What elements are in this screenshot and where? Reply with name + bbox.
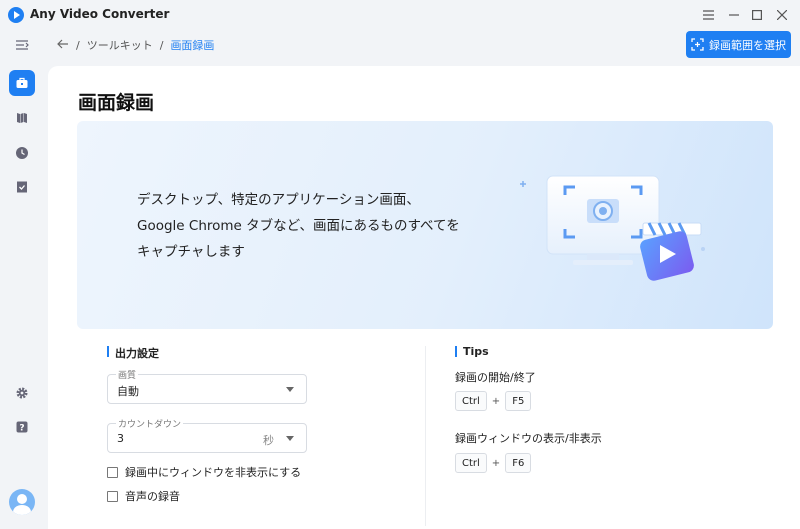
- app-title: Any Video Converter: [30, 7, 170, 21]
- back-arrow-icon[interactable]: [57, 39, 69, 52]
- select-area-label: 録画範囲を選択: [709, 38, 786, 52]
- output-settings-title: 出力設定: [107, 345, 159, 361]
- hide-window-option[interactable]: 録画中にウィンドウを非表示にする: [107, 464, 301, 480]
- key-ctrl: Ctrl: [455, 453, 487, 473]
- breadcrumb: / ツールキット / 画面録画: [57, 37, 214, 53]
- breadcrumb-toolkit[interactable]: ツールキット: [87, 37, 153, 53]
- menu-icon[interactable]: [699, 6, 717, 24]
- hide-window-label: 録画中にウィンドウを非表示にする: [125, 466, 302, 479]
- main-panel: 画面録画 デスクトップ、特定のアプリケーション画面、Google Chrome …: [48, 66, 800, 529]
- countdown-label: カウントダウン: [116, 417, 184, 430]
- screen-recording-illustration-icon: [520, 175, 705, 281]
- title-bar: Any Video Converter: [0, 0, 800, 30]
- tips-title: Tips: [455, 345, 489, 358]
- maximize-icon[interactable]: [748, 6, 766, 24]
- key-plus: +: [491, 457, 501, 469]
- minimize-icon[interactable]: [725, 6, 743, 24]
- close-icon[interactable]: [773, 6, 791, 24]
- svg-text:?: ?: [19, 424, 24, 434]
- select-area-icon: [691, 38, 704, 51]
- tip-start-stop-label: 録画の開始/終了: [455, 371, 536, 384]
- help-icon[interactable]: ?: [9, 414, 35, 440]
- key-ctrl: Ctrl: [455, 391, 487, 411]
- countdown-value: 3: [117, 432, 124, 445]
- chevron-down-icon: [286, 387, 294, 392]
- checklist-icon[interactable]: [9, 174, 35, 200]
- breadcrumb-current: 画面録画: [170, 39, 215, 52]
- record-audio-label: 音声の録音: [125, 490, 180, 503]
- hide-window-checkbox[interactable]: [107, 466, 118, 478]
- toolbox-icon[interactable]: [9, 70, 35, 96]
- quality-value: 自動: [117, 385, 139, 398]
- library-icon[interactable]: [9, 105, 35, 131]
- countdown-select[interactable]: カウントダウン 3 秒: [107, 417, 307, 453]
- clock-icon[interactable]: [9, 140, 35, 166]
- record-audio-checkbox[interactable]: [107, 490, 118, 502]
- tip-toggle-window-label: 録画ウィンドウの表示/非表示: [455, 432, 602, 445]
- tip-toggle-window-keys: Ctrl + F6: [455, 453, 532, 473]
- hero-description: デスクトップ、特定のアプリケーション画面、Google Chrome タブなど、…: [137, 192, 460, 260]
- gear-icon[interactable]: [9, 380, 35, 406]
- select-recording-area-button[interactable]: 録画範囲を選択: [686, 31, 791, 58]
- tip-start-stop-keys: Ctrl + F5: [455, 391, 532, 411]
- chevron-down-icon: [286, 436, 294, 441]
- breadcrumb-separator: /: [76, 38, 80, 52]
- quality-select[interactable]: 画質 自動: [107, 368, 307, 404]
- record-audio-option[interactable]: 音声の録音: [107, 488, 180, 504]
- user-avatar-icon[interactable]: [9, 489, 35, 515]
- collapse-icon[interactable]: [9, 32, 35, 58]
- section-divider: [425, 346, 426, 526]
- hero-banner: デスクトップ、特定のアプリケーション画面、Google Chrome タブなど、…: [77, 121, 773, 329]
- key-plus: +: [491, 395, 501, 407]
- page-title: 画面録画: [78, 92, 155, 114]
- sidebar: ?: [0, 30, 44, 529]
- key-f6: F6: [505, 453, 532, 473]
- breadcrumb-separator: /: [159, 38, 164, 52]
- key-f5: F5: [505, 391, 532, 411]
- app-logo-icon: [8, 7, 24, 23]
- quality-label: 画質: [116, 368, 139, 381]
- countdown-unit: 秒: [263, 434, 274, 447]
